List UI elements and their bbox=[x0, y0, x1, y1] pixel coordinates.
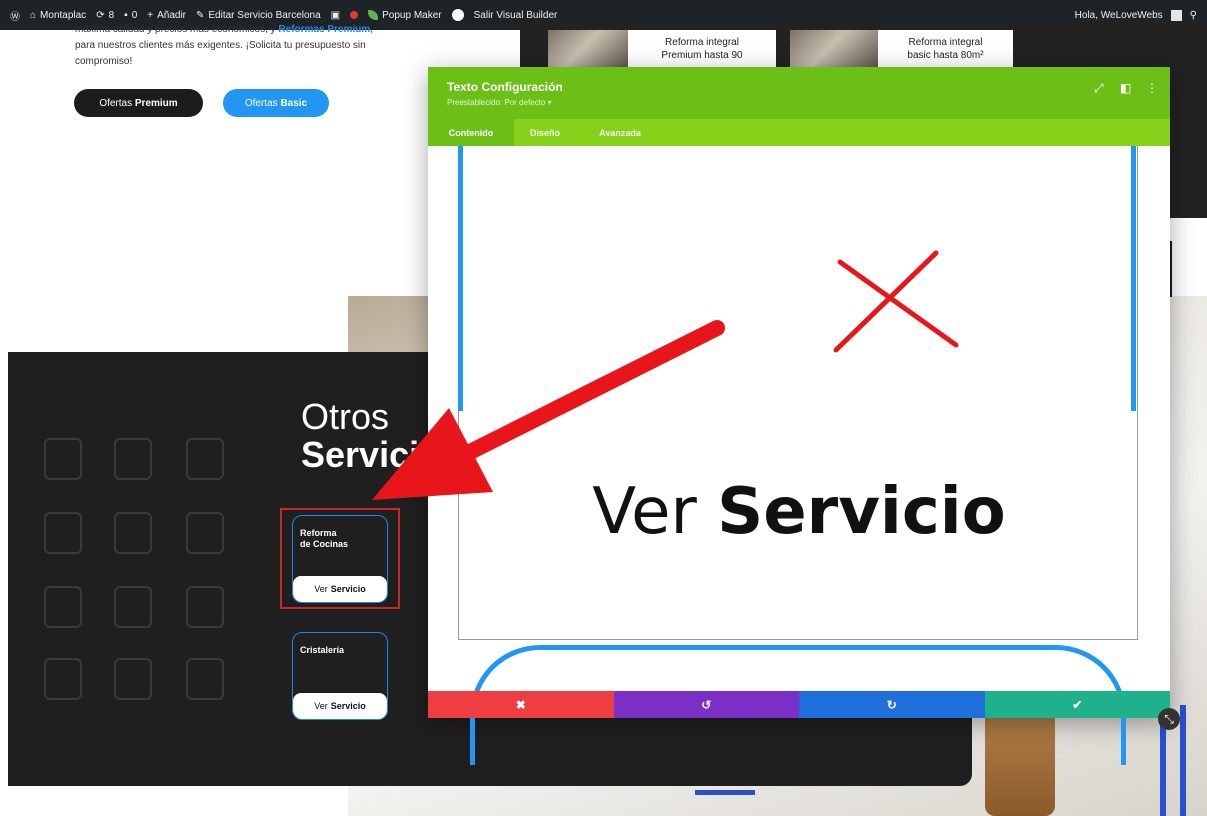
red-x-icon bbox=[833, 250, 959, 353]
annotation-overlay bbox=[372, 250, 959, 500]
red-arrow-icon bbox=[372, 320, 725, 500]
